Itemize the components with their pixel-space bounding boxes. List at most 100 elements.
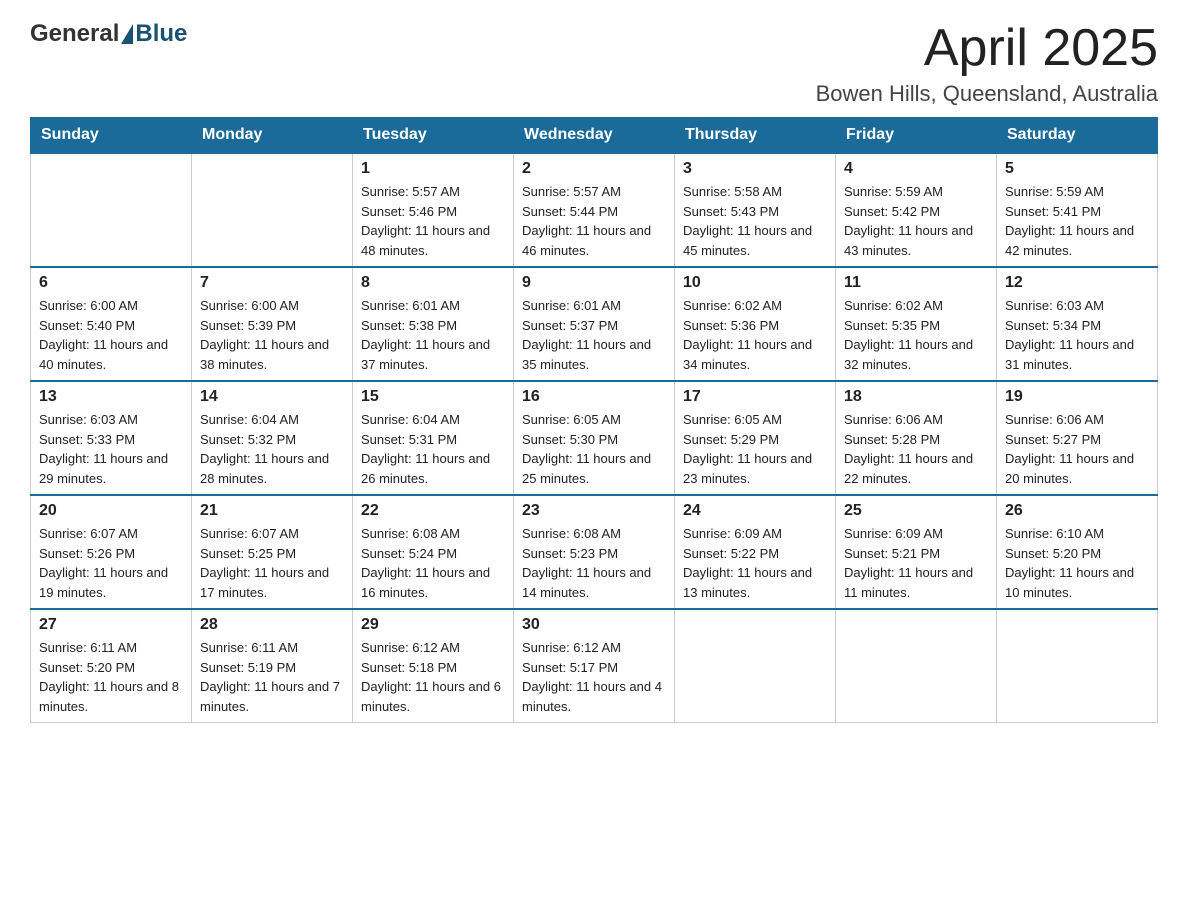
calendar-cell: 9 Sunrise: 6:01 AMSunset: 5:37 PMDaylight… xyxy=(514,267,675,381)
calendar-cell: 30Sunrise: 6:12 AMSunset: 5:17 PMDayligh… xyxy=(514,609,675,723)
weekday-header-tuesday: Tuesday xyxy=(353,118,514,154)
calendar-cell: 11Sunrise: 6:02 AMSunset: 5:35 PMDayligh… xyxy=(836,267,997,381)
week-row-2: 6 Sunrise: 6:00 AMSunset: 5:40 PMDaylight… xyxy=(31,267,1158,381)
calendar-cell: 22 Sunrise: 6:08 AMSunset: 5:24 PMDayligh… xyxy=(353,495,514,609)
day-number: 12 xyxy=(1005,274,1149,292)
day-number: 1 xyxy=(361,160,505,178)
weekday-header-wednesday: Wednesday xyxy=(514,118,675,154)
day-number: 7 xyxy=(200,274,344,292)
day-info: Sunrise: 6:04 AMSunset: 5:31 PMDaylight:… xyxy=(361,410,505,488)
day-info: Sunrise: 6:05 AMSunset: 5:30 PMDaylight:… xyxy=(522,410,666,488)
logo-triangle-icon xyxy=(121,24,133,44)
weekday-header-monday: Monday xyxy=(192,118,353,154)
logo-blue-text: Blue xyxy=(135,20,187,48)
day-number: 17 xyxy=(683,388,827,406)
calendar-cell: 6 Sunrise: 6:00 AMSunset: 5:40 PMDaylight… xyxy=(31,267,192,381)
day-number: 26 xyxy=(1005,502,1149,520)
calendar-table: SundayMondayTuesdayWednesdayThursdayFrid… xyxy=(30,117,1158,723)
day-info: Sunrise: 6:02 AMSunset: 5:35 PMDaylight:… xyxy=(844,296,988,374)
calendar-cell: 27Sunrise: 6:11 AMSunset: 5:20 PMDayligh… xyxy=(31,609,192,723)
day-info: Sunrise: 6:00 AMSunset: 5:39 PMDaylight:… xyxy=(200,296,344,374)
day-number: 16 xyxy=(522,388,666,406)
day-info: Sunrise: 6:09 AMSunset: 5:22 PMDaylight:… xyxy=(683,524,827,602)
calendar-cell xyxy=(31,153,192,267)
day-number: 19 xyxy=(1005,388,1149,406)
calendar-cell: 8 Sunrise: 6:01 AMSunset: 5:38 PMDaylight… xyxy=(353,267,514,381)
location-title: Bowen Hills, Queensland, Australia xyxy=(816,81,1158,107)
day-number: 2 xyxy=(522,160,666,178)
calendar-cell: 26 Sunrise: 6:10 AMSunset: 5:20 PMDayligh… xyxy=(997,495,1158,609)
week-row-4: 20Sunrise: 6:07 AMSunset: 5:26 PMDayligh… xyxy=(31,495,1158,609)
day-number: 13 xyxy=(39,388,183,406)
day-number: 5 xyxy=(1005,160,1149,178)
day-number: 15 xyxy=(361,388,505,406)
day-info: Sunrise: 6:03 AMSunset: 5:34 PMDaylight:… xyxy=(1005,296,1149,374)
day-number: 8 xyxy=(361,274,505,292)
day-number: 21 xyxy=(200,502,344,520)
calendar-cell xyxy=(675,609,836,723)
calendar-cell: 2 Sunrise: 5:57 AMSunset: 5:44 PMDaylight… xyxy=(514,153,675,267)
calendar-cell: 13 Sunrise: 6:03 AMSunset: 5:33 PMDayligh… xyxy=(31,381,192,495)
page-header: General Blue April 2025 Bowen Hills, Que… xyxy=(30,20,1158,107)
week-row-1: 1Sunrise: 5:57 AMSunset: 5:46 PMDaylight… xyxy=(31,153,1158,267)
day-number: 3 xyxy=(683,160,827,178)
calendar-cell: 18 Sunrise: 6:06 AMSunset: 5:28 PMDayligh… xyxy=(836,381,997,495)
day-number: 28 xyxy=(200,616,344,634)
day-info: Sunrise: 6:03 AMSunset: 5:33 PMDaylight:… xyxy=(39,410,183,488)
day-info: Sunrise: 6:10 AMSunset: 5:20 PMDaylight:… xyxy=(1005,524,1149,602)
calendar-cell: 28 Sunrise: 6:11 AMSunset: 5:19 PMDayligh… xyxy=(192,609,353,723)
day-info: Sunrise: 6:05 AMSunset: 5:29 PMDaylight:… xyxy=(683,410,827,488)
calendar-cell: 15 Sunrise: 6:04 AMSunset: 5:31 PMDayligh… xyxy=(353,381,514,495)
logo-general-text: General xyxy=(30,20,119,48)
day-info: Sunrise: 5:58 AMSunset: 5:43 PMDaylight:… xyxy=(683,182,827,260)
day-info: Sunrise: 6:06 AMSunset: 5:28 PMDaylight:… xyxy=(844,410,988,488)
calendar-cell: 21 Sunrise: 6:07 AMSunset: 5:25 PMDayligh… xyxy=(192,495,353,609)
day-number: 20 xyxy=(39,502,183,520)
calendar-cell: 24 Sunrise: 6:09 AMSunset: 5:22 PMDayligh… xyxy=(675,495,836,609)
weekday-header-friday: Friday xyxy=(836,118,997,154)
day-number: 14 xyxy=(200,388,344,406)
day-info: Sunrise: 6:01 AMSunset: 5:37 PMDaylight:… xyxy=(522,296,666,374)
calendar-cell xyxy=(997,609,1158,723)
day-number: 6 xyxy=(39,274,183,292)
day-info: Sunrise: 5:59 AMSunset: 5:42 PMDaylight:… xyxy=(844,182,988,260)
logo: General Blue xyxy=(30,20,187,48)
calendar-cell: 20Sunrise: 6:07 AMSunset: 5:26 PMDayligh… xyxy=(31,495,192,609)
weekday-header-saturday: Saturday xyxy=(997,118,1158,154)
week-row-5: 27Sunrise: 6:11 AMSunset: 5:20 PMDayligh… xyxy=(31,609,1158,723)
day-number: 9 xyxy=(522,274,666,292)
week-row-3: 13 Sunrise: 6:03 AMSunset: 5:33 PMDayligh… xyxy=(31,381,1158,495)
calendar-cell: 17 Sunrise: 6:05 AMSunset: 5:29 PMDayligh… xyxy=(675,381,836,495)
day-number: 18 xyxy=(844,388,988,406)
weekday-header-sunday: Sunday xyxy=(31,118,192,154)
calendar-cell xyxy=(192,153,353,267)
day-number: 29 xyxy=(361,616,505,634)
calendar-cell: 25 Sunrise: 6:09 AMSunset: 5:21 PMDayligh… xyxy=(836,495,997,609)
calendar-cell: 3 Sunrise: 5:58 AMSunset: 5:43 PMDaylight… xyxy=(675,153,836,267)
day-number: 24 xyxy=(683,502,827,520)
day-info: Sunrise: 6:01 AMSunset: 5:38 PMDaylight:… xyxy=(361,296,505,374)
day-info: Sunrise: 6:08 AMSunset: 5:23 PMDaylight:… xyxy=(522,524,666,602)
day-info: Sunrise: 6:02 AMSunset: 5:36 PMDaylight:… xyxy=(683,296,827,374)
calendar-cell: 4Sunrise: 5:59 AMSunset: 5:42 PMDaylight… xyxy=(836,153,997,267)
day-info: Sunrise: 6:08 AMSunset: 5:24 PMDaylight:… xyxy=(361,524,505,602)
day-info: Sunrise: 6:11 AMSunset: 5:20 PMDaylight:… xyxy=(39,638,183,716)
day-info: Sunrise: 6:00 AMSunset: 5:40 PMDaylight:… xyxy=(39,296,183,374)
day-info: Sunrise: 5:59 AMSunset: 5:41 PMDaylight:… xyxy=(1005,182,1149,260)
day-info: Sunrise: 6:07 AMSunset: 5:25 PMDaylight:… xyxy=(200,524,344,602)
day-info: Sunrise: 6:09 AMSunset: 5:21 PMDaylight:… xyxy=(844,524,988,602)
calendar-cell: 29 Sunrise: 6:12 AMSunset: 5:18 PMDayligh… xyxy=(353,609,514,723)
weekday-header-thursday: Thursday xyxy=(675,118,836,154)
day-number: 25 xyxy=(844,502,988,520)
day-info: Sunrise: 6:11 AMSunset: 5:19 PMDaylight:… xyxy=(200,638,344,716)
title-section: April 2025 Bowen Hills, Queensland, Aust… xyxy=(816,20,1158,107)
weekday-header-row: SundayMondayTuesdayWednesdayThursdayFrid… xyxy=(31,118,1158,154)
day-info: Sunrise: 6:06 AMSunset: 5:27 PMDaylight:… xyxy=(1005,410,1149,488)
calendar-cell: 12 Sunrise: 6:03 AMSunset: 5:34 PMDayligh… xyxy=(997,267,1158,381)
day-info: Sunrise: 6:04 AMSunset: 5:32 PMDaylight:… xyxy=(200,410,344,488)
day-info: Sunrise: 5:57 AMSunset: 5:44 PMDaylight:… xyxy=(522,182,666,260)
calendar-cell xyxy=(836,609,997,723)
day-info: Sunrise: 6:12 AMSunset: 5:18 PMDaylight:… xyxy=(361,638,505,716)
day-number: 22 xyxy=(361,502,505,520)
calendar-cell: 10Sunrise: 6:02 AMSunset: 5:36 PMDayligh… xyxy=(675,267,836,381)
